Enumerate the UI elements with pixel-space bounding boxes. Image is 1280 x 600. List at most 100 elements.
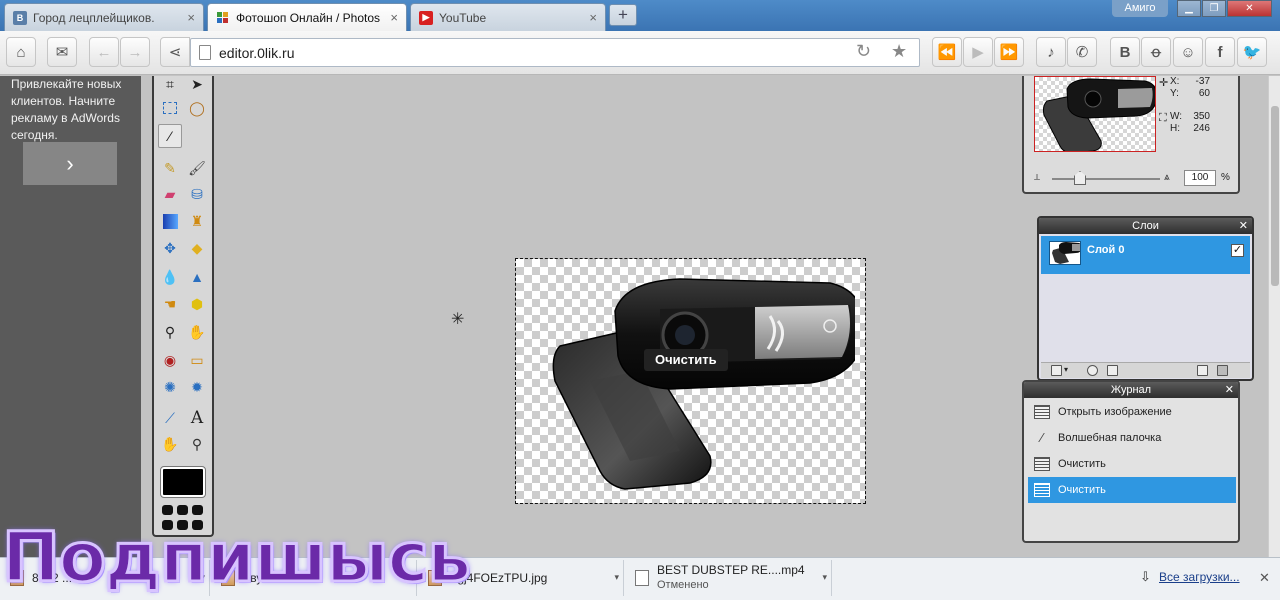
history-item[interactable]: Очистить (1028, 451, 1236, 477)
hand-tool[interactable]: ✋ (158, 432, 182, 456)
share-button[interactable]: ⋖ (160, 37, 190, 67)
all-downloads-link[interactable]: Все загрузки... (1159, 570, 1240, 584)
layer-row[interactable]: Слой 0 ✓ (1041, 236, 1250, 274)
media-prev-button[interactable]: ⏪ (932, 37, 962, 67)
magic-wand-tool[interactable]: ⁄ (158, 124, 182, 148)
brush-preset-dot[interactable] (162, 505, 173, 515)
layer-style-icon[interactable] (1107, 365, 1118, 376)
chevron-down-icon[interactable]: ▾ (614, 572, 619, 583)
sharpen-tool[interactable]: ▲ (185, 265, 209, 289)
reload-icon[interactable]: ↻ (856, 41, 871, 62)
close-icon[interactable]: ✕ (1259, 570, 1270, 586)
address-bar[interactable]: editor.0lik.ru ↻ ★ (190, 38, 920, 67)
history-item[interactable]: ⁄ Волшебная палочка (1028, 425, 1236, 451)
forward-button[interactable]: → (120, 37, 150, 67)
zoom-out-icon[interactable]: ⟂ (1034, 172, 1040, 183)
blur-tool[interactable]: 💧 (158, 265, 182, 289)
tab-close-icon[interactable]: × (589, 10, 597, 25)
scrollbar-thumb[interactable] (1271, 106, 1279, 286)
webcam-image (552, 278, 855, 490)
pinch-tool[interactable]: ✹ (185, 375, 209, 399)
brush-tool[interactable]: 🖌 (185, 156, 209, 180)
tab-photoshop-online[interactable]: Фотошоп Онлайн / Photos × (207, 3, 407, 31)
crop-tool[interactable]: ⌗ (158, 72, 182, 96)
lasso-tool[interactable]: ◯ (185, 96, 209, 120)
zoom-tool[interactable]: ⚲ (185, 432, 209, 456)
history-item[interactable]: Открыть изображение (1028, 399, 1236, 425)
music-note-icon: ♪ (1047, 43, 1055, 61)
tab-leprosorium[interactable]: B Город лецплейщиков. × (4, 3, 204, 31)
marquee-tool[interactable] (158, 96, 182, 120)
chevron-down-icon[interactable]: ▾ (822, 572, 827, 583)
drawing-tool[interactable]: ◆ (185, 236, 209, 260)
type-tool[interactable]: A (185, 406, 209, 430)
layer-mask-icon[interactable] (1087, 365, 1098, 376)
dodge-tool[interactable]: ⚲ (158, 320, 182, 344)
chevron-down-icon[interactable]: ▾ (1064, 365, 1068, 374)
color-picker-tool[interactable]: ⟋ (158, 406, 182, 430)
clone-stamp-tool[interactable]: ♜ (185, 209, 209, 233)
media-next-button[interactable]: ⏩ (994, 37, 1024, 67)
zoom-input[interactable]: 100 (1184, 170, 1216, 186)
chat-button[interactable]: ✆ (1067, 37, 1097, 67)
zoom-slider-thumb[interactable] (1074, 171, 1086, 185)
layer-name[interactable]: Слой 0 (1087, 244, 1124, 256)
back-button[interactable]: ← (89, 37, 119, 67)
y-value: 60 (1198, 88, 1210, 99)
music-button[interactable]: ♪ (1036, 37, 1066, 67)
pencil-tool[interactable]: ✎ (158, 156, 182, 180)
color-replace-tool[interactable]: ✥ (158, 236, 182, 260)
window-close-button[interactable]: ✕ (1227, 0, 1272, 17)
workspace[interactable]: Очистить ✳ (215, 76, 1021, 557)
smudge-tool[interactable]: ☚ (158, 292, 182, 316)
primary-color-swatch[interactable] (160, 466, 206, 498)
tab-close-icon[interactable]: × (390, 10, 398, 25)
eraser-tool[interactable]: ▰ (158, 182, 182, 206)
history-panel-header[interactable]: Журнал ✕ (1024, 382, 1238, 398)
layers-panel-header[interactable]: Слои ✕ (1039, 218, 1252, 234)
ad-text[interactable]: Привлекайте новых клиентов. Начните рекл… (11, 76, 136, 144)
url-text[interactable]: editor.0lik.ru (219, 45, 294, 61)
move-tool[interactable]: ➤ (185, 72, 209, 96)
burn-tool[interactable]: ✋ (185, 320, 209, 344)
blur-drop-icon: 💧 (161, 268, 179, 285)
profile-badge[interactable]: Амиго (1112, 0, 1168, 17)
brush-preset-dot[interactable] (177, 505, 188, 515)
moimir-icon: ☺ (1180, 43, 1196, 61)
maximize-button[interactable]: ❐ (1202, 0, 1226, 17)
close-icon[interactable]: ✕ (1239, 218, 1248, 234)
gradient-tool[interactable] (158, 209, 182, 233)
trash-icon[interactable] (1217, 365, 1228, 376)
moimir-button[interactable]: ☺ (1173, 37, 1203, 67)
history-item-selected[interactable]: Очистить (1028, 477, 1236, 503)
mail-button[interactable]: ✉ (47, 37, 77, 67)
layer-settings-icon[interactable] (1051, 365, 1062, 376)
close-icon[interactable]: ✕ (1225, 382, 1234, 398)
zoom-in-icon[interactable]: ⩓ (1164, 172, 1170, 183)
vk-button[interactable]: В (1110, 37, 1140, 67)
tab-youtube[interactable]: ▶ YouTube × (410, 3, 606, 31)
spot-heal-tool[interactable]: ▭ (185, 348, 209, 372)
doc-icon (1034, 457, 1050, 471)
sponge-tool[interactable]: ⬢ (185, 292, 209, 316)
ad-next-button[interactable]: › (23, 142, 117, 185)
navigator-thumbnail[interactable] (1034, 76, 1156, 152)
home-button[interactable]: ⌂ (6, 37, 36, 67)
zoom-slider-track[interactable] (1052, 178, 1160, 180)
minimize-button[interactable]: ▁ (1177, 0, 1201, 17)
odnoklassniki-button[interactable]: ꝋ (1141, 37, 1171, 67)
new-tab-button[interactable]: + (609, 4, 637, 26)
brush-preset-dot[interactable] (192, 505, 203, 515)
new-layer-icon[interactable] (1197, 365, 1208, 376)
layer-visibility-checkbox[interactable]: ✓ (1231, 244, 1244, 257)
facebook-button[interactable]: f (1205, 37, 1235, 67)
twitter-button[interactable]: 🐦 (1237, 37, 1267, 67)
tab-close-icon[interactable]: × (187, 10, 195, 25)
page-scrollbar[interactable] (1268, 76, 1280, 557)
bookmark-star-icon[interactable]: ★ (891, 41, 907, 62)
media-play-button[interactable]: ▶ (963, 37, 993, 67)
red-eye-tool[interactable]: ◉ (158, 348, 182, 372)
paint-bucket-tool[interactable]: ⛁ (185, 182, 209, 206)
bloat-tool[interactable]: ✺ (158, 375, 182, 399)
download-item[interactable]: BEST DUBSTEP RE....mp4 Отменено ▾ (625, 560, 832, 596)
